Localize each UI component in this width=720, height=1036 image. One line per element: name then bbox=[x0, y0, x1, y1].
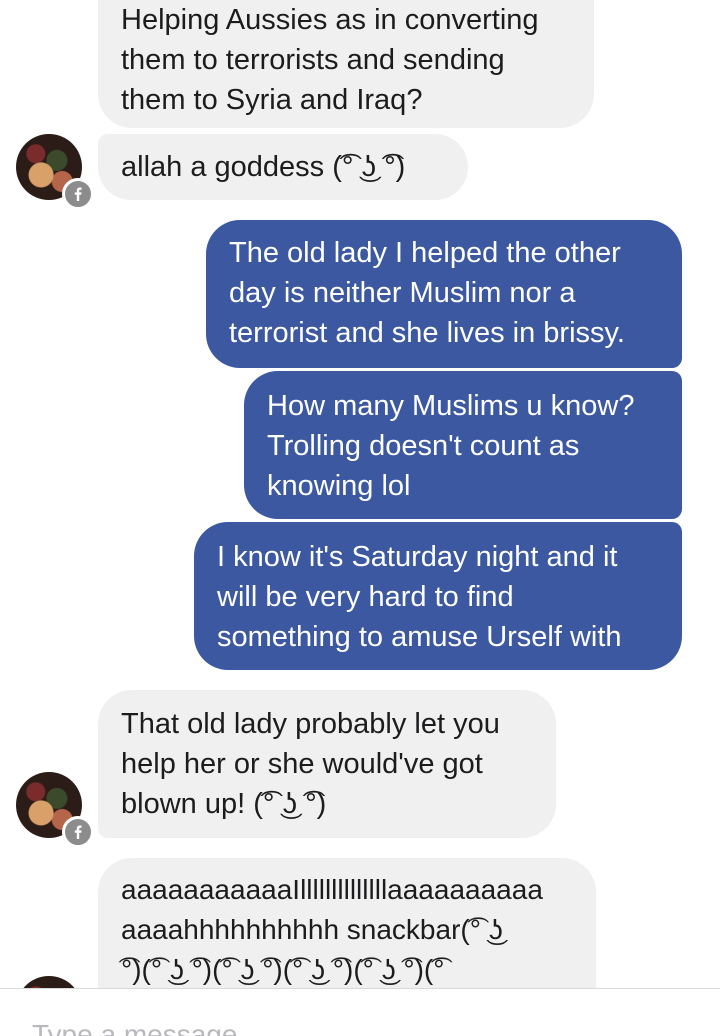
facebook-badge-icon bbox=[62, 816, 94, 848]
message-bubble-outgoing[interactable]: How many Muslims u know? Trolling doesn'… bbox=[244, 371, 682, 519]
contact-avatar[interactable] bbox=[16, 772, 94, 848]
contact-avatar[interactable] bbox=[16, 134, 94, 210]
message-bubble-incoming[interactable]: aaaaaaaaaaaIllllllllllllllaaaaaaaaaa aaa… bbox=[98, 858, 596, 990]
message-bubble-incoming[interactable]: Helping Aussies as in converting them to… bbox=[98, 0, 594, 128]
message-bubble-outgoing[interactable]: The old lady I helped the other day is n… bbox=[206, 220, 682, 368]
message-composer bbox=[0, 988, 720, 1036]
message-bubble-outgoing[interactable]: I know it's Saturday night and it will b… bbox=[194, 522, 682, 670]
facebook-f-icon bbox=[74, 187, 82, 201]
facebook-badge-icon bbox=[62, 178, 94, 210]
message-thread[interactable]: Helping Aussies as in converting them to… bbox=[0, 0, 720, 990]
message-bubble-incoming[interactable]: allah a goddess (͡° ͜ʖ ͡°) bbox=[98, 134, 468, 200]
message-bubble-incoming[interactable]: That old lady probably let you help her … bbox=[98, 690, 556, 838]
facebook-f-icon bbox=[74, 825, 82, 839]
message-input[interactable] bbox=[32, 1015, 632, 1036]
